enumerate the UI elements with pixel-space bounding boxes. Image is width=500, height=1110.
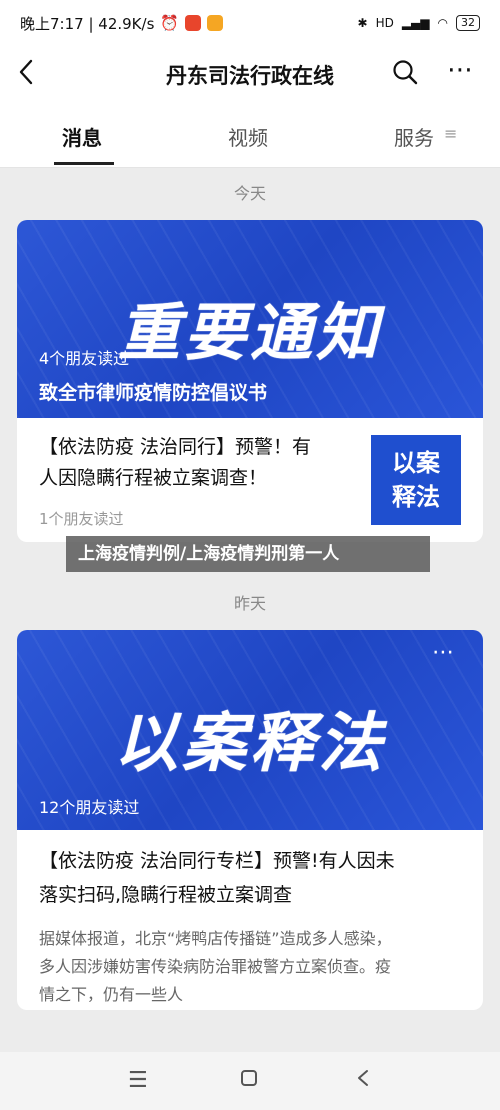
battery-indicator: 32 bbox=[456, 15, 480, 31]
tab-videos[interactable]: 视频 bbox=[228, 122, 268, 151]
network-label: HD bbox=[375, 16, 394, 30]
tab-menu-icon[interactable]: ≡ bbox=[444, 124, 457, 143]
menu-icon[interactable]: ☰ bbox=[128, 1068, 148, 1093]
article-title-line-1[interactable]: 【依法防疫 法治同行】预警！有 bbox=[39, 432, 311, 463]
status-right: ✱ HD ▂▄▆ ◠ 32 bbox=[357, 15, 480, 31]
date-label-yesterday: 昨天 bbox=[233, 594, 266, 613]
search-icon[interactable] bbox=[392, 59, 418, 85]
article-title-line-2[interactable]: 人因隐瞒行程被立案调查！ bbox=[39, 463, 267, 494]
tab-bar: 消息 视频 服务 bbox=[0, 100, 500, 168]
article-title-line-1[interactable]: 【依法防疫 法治同行专栏】预警!有人因未 bbox=[39, 846, 395, 877]
article-thumbnail[interactable]: 以案 释法 bbox=[371, 435, 461, 525]
app-notification-icon bbox=[185, 15, 202, 31]
tab-active-indicator bbox=[54, 162, 114, 165]
thumb-text-line-1: 以案 bbox=[392, 449, 440, 477]
top-bar: 丹东司法行政在线 ⋯ bbox=[0, 46, 500, 100]
system-nav-bar: ☰ bbox=[0, 1052, 500, 1110]
friends-read-count: 1个朋友读过 bbox=[39, 510, 124, 528]
overlay-title: 上海疫情判例/上海疫情判刑第一人 bbox=[66, 536, 430, 572]
snippet-line-3: 情之下，仍有一些人 bbox=[39, 985, 184, 1004]
snippet-line-1: 据媒体报道，北京“烤鸭店传播链”造成多人感染， bbox=[39, 929, 392, 948]
status-bar: 晚上7:17 | 42.9K/s ⏰ ✱ HD ▂▄▆ ◠ 32 bbox=[0, 0, 500, 46]
wifi-icon: ◠ bbox=[437, 16, 448, 30]
article-title-line-2[interactable]: 落实扫码,隐瞒行程被立案调查 bbox=[39, 880, 292, 911]
more-icon[interactable]: ⋯ bbox=[447, 55, 474, 85]
snippet-line-2: 多人因涉嫌妨害传染病防治罪被警方立案侦查。疫 bbox=[39, 957, 392, 976]
article-banner-1[interactable]: 重要通知 4个朋友读过 致全市律师疫情防控倡议书 bbox=[17, 220, 483, 418]
status-left: 晚上7:17 | 42.9K/s ⏰ bbox=[20, 13, 224, 34]
nav-back-icon[interactable] bbox=[356, 1068, 370, 1093]
article-snippet: 据媒体报道，北京“烤鸭店传播链”造成多人感染， 多人因涉嫌妨害传染病防治罪被警方… bbox=[39, 925, 461, 1009]
card-more-icon[interactable]: ⋯ bbox=[432, 640, 455, 665]
friends-read-count: 4个朋友读过 bbox=[39, 349, 130, 368]
thumb-text-line-2: 释法 bbox=[392, 483, 440, 511]
status-time: 晚上7:17 | 42.9K/s bbox=[20, 14, 155, 33]
alarm-icon: ⏰ bbox=[160, 14, 180, 32]
tab-messages[interactable]: 消息 bbox=[62, 122, 102, 151]
page-title: 丹东司法行政在线 bbox=[166, 64, 334, 88]
banner-headline: 以案释法 bbox=[114, 707, 386, 781]
date-label-today: 今天 bbox=[233, 184, 266, 203]
bluetooth-icon: ✱ bbox=[357, 16, 368, 30]
banner-caption: 致全市律师疫情防控倡议书 bbox=[39, 382, 268, 404]
friends-read-count: 12个朋友读过 bbox=[39, 798, 140, 817]
article-card-1[interactable]: 重要通知 4个朋友读过 致全市律师疫情防控倡议书 【依法防疫 法治同行】预警！有… bbox=[17, 220, 483, 542]
article-banner-2[interactable]: ⋯ 以案释法 12个朋友读过 bbox=[17, 630, 483, 830]
app-notification-icon-2 bbox=[207, 15, 224, 31]
home-icon[interactable] bbox=[240, 1068, 258, 1093]
tab-services[interactable]: 服务 bbox=[394, 122, 434, 151]
signal-icon: ▂▄▆ bbox=[401, 16, 430, 30]
article-card-2[interactable]: ⋯ 以案释法 12个朋友读过 【依法防疫 法治同行专栏】预警!有人因未 落实扫码… bbox=[17, 630, 483, 1010]
